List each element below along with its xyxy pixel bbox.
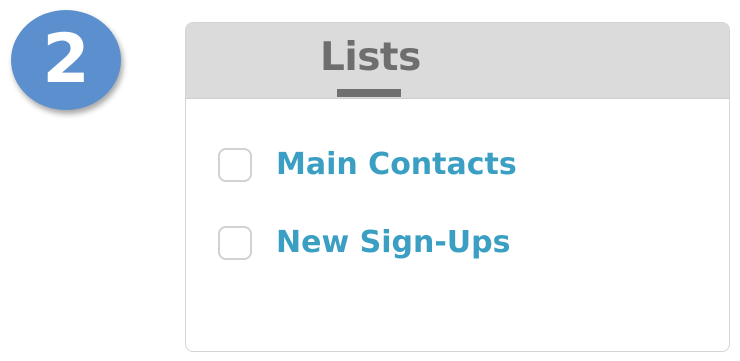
list-item-main-contacts[interactable]: Main Contacts xyxy=(218,145,678,185)
tab-lists[interactable]: Lists xyxy=(320,33,421,98)
instruction-graphic: 2 Lists Main Contacts New Sign-Ups xyxy=(0,0,740,361)
tab-lists-label: Lists xyxy=(320,35,421,80)
main-contacts-checkbox[interactable] xyxy=(218,148,252,182)
list-item-label[interactable]: Main Contacts xyxy=(276,145,517,185)
list-item-new-sign-ups[interactable]: New Sign-Ups xyxy=(218,223,678,263)
new-sign-ups-checkbox[interactable] xyxy=(218,226,252,260)
list-item-label[interactable]: New Sign-Ups xyxy=(276,223,510,263)
lists-panel: Lists Main Contacts New Sign-Ups xyxy=(185,22,730,352)
panel-header: Lists xyxy=(186,23,729,99)
step-number-badge: 2 xyxy=(11,10,121,110)
active-tab-indicator xyxy=(337,89,401,97)
